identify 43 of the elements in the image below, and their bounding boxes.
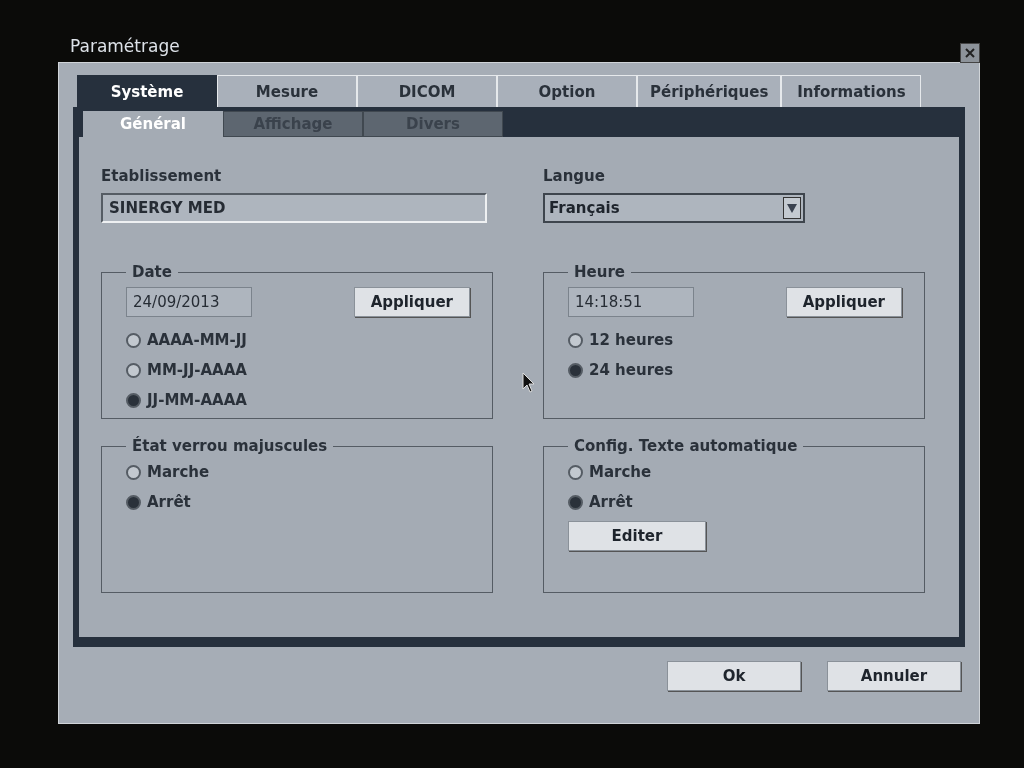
radio-button[interactable] <box>568 464 583 480</box>
close-icon <box>964 47 976 59</box>
value-field[interactable]: 14:18:51 <box>568 287 694 317</box>
tab[interactable]: Option <box>497 75 637 107</box>
radio-button[interactable] <box>126 494 141 510</box>
option-label: MM-JJ-AAAA <box>147 361 247 379</box>
value-field[interactable]: 24/09/2013 <box>126 287 252 317</box>
group-title: Date <box>131 263 173 281</box>
dialog-button[interactable]: Ok <box>667 661 801 691</box>
radio-button[interactable] <box>568 332 583 348</box>
option-label: Arrêt <box>589 493 633 511</box>
field-label: Etablissement <box>101 167 223 185</box>
establishment-field[interactable]: SINERGY MED <box>101 193 487 223</box>
radio-button[interactable] <box>126 464 141 480</box>
dialog-button[interactable]: Annuler <box>827 661 961 691</box>
option-label: JJ-MM-AAAA <box>147 391 247 409</box>
option-label: Marche <box>147 463 210 481</box>
radio-button[interactable] <box>568 362 583 378</box>
mouse-pointer-icon <box>522 372 536 394</box>
option-label: 24 heures <box>589 361 674 379</box>
group-title: Config. Texte automatique <box>573 437 799 455</box>
radio-button[interactable] <box>126 362 141 378</box>
tab[interactable]: Système <box>77 75 217 107</box>
language-dropdown[interactable]: Français <box>543 193 805 223</box>
edit-button[interactable]: Editer <box>568 521 706 551</box>
field-label: Langue <box>543 167 606 185</box>
window-title: Paramétrage <box>70 36 180 56</box>
option-label: AAAA-MM-JJ <box>147 331 247 349</box>
radio-button[interactable] <box>126 392 141 408</box>
option-label: Marche <box>589 463 652 481</box>
option-label: 12 heures <box>589 331 674 349</box>
option-label: Arrêt <box>147 493 191 511</box>
tab[interactable]: Informations <box>781 75 922 107</box>
group-title: État verrou majuscules <box>131 437 329 455</box>
close-button[interactable] <box>960 43 980 63</box>
radio-button[interactable] <box>568 494 583 510</box>
tab[interactable]: Périphériques <box>637 75 782 107</box>
apply-button[interactable]: Appliquer <box>353 287 470 317</box>
tab[interactable]: DICOM <box>357 75 497 107</box>
tab[interactable]: Mesure <box>217 75 357 107</box>
radio-button[interactable] <box>126 332 141 348</box>
apply-button[interactable]: Appliquer <box>785 287 902 317</box>
group-title: Heure <box>573 263 626 281</box>
